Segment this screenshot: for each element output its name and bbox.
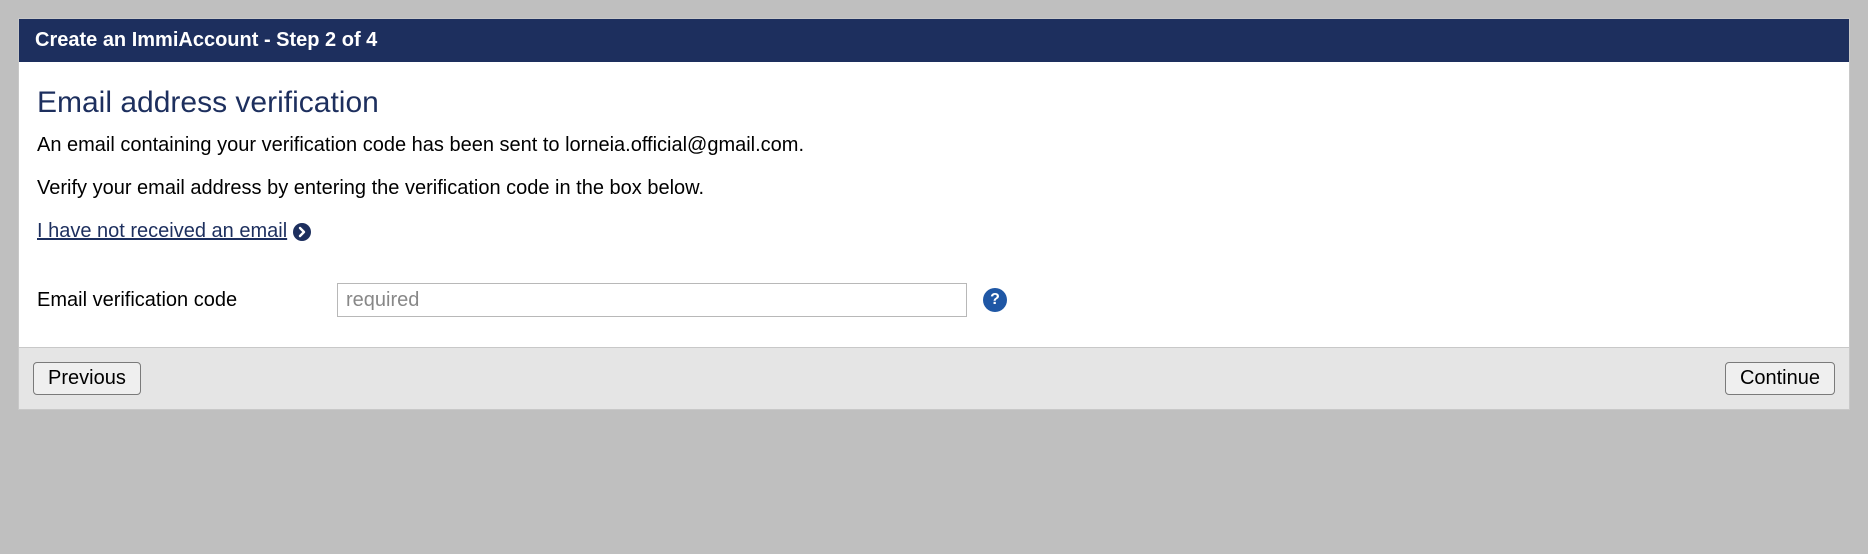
panel-title: Create an ImmiAccount - Step 2 of 4	[35, 29, 377, 51]
button-bar: Previous Continue	[19, 347, 1849, 409]
panel: Create an ImmiAccount - Step 2 of 4 Emai…	[18, 18, 1850, 410]
page-title: Email address verification	[37, 86, 1831, 120]
verify-instruction: Verify your email address by entering th…	[37, 177, 1831, 200]
help-icon[interactable]: ?	[983, 288, 1007, 312]
page-wrapper: Create an ImmiAccount - Step 2 of 4 Emai…	[0, 0, 1868, 428]
panel-header: Create an ImmiAccount - Step 2 of 4	[19, 19, 1849, 62]
continue-button[interactable]: Continue	[1725, 362, 1835, 395]
panel-body: Email address verification An email cont…	[19, 62, 1849, 409]
verification-code-input[interactable]	[337, 283, 967, 317]
verification-code-label: Email verification code	[37, 289, 337, 312]
sent-message: An email containing your verification co…	[37, 134, 1831, 157]
not-received-link[interactable]: I have not received an email	[37, 220, 311, 243]
not-received-link-text: I have not received an email	[37, 220, 287, 243]
chevron-right-circle-icon	[293, 223, 311, 241]
verification-code-row: Email verification code ?	[37, 283, 1831, 317]
previous-button[interactable]: Previous	[33, 362, 141, 395]
